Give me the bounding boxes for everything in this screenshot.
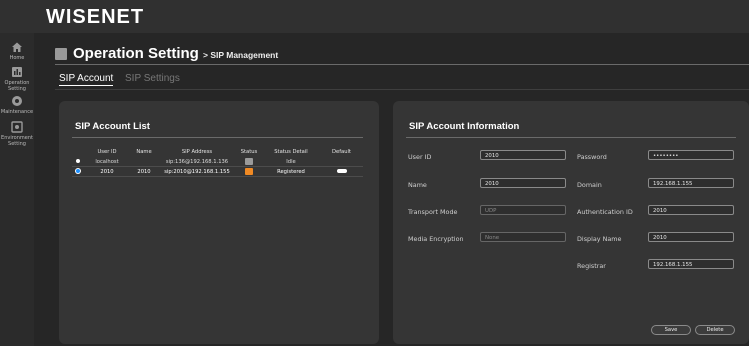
panel-title: SIP Account List	[75, 121, 150, 132]
operation-icon	[12, 67, 22, 77]
status-indicator-icon	[245, 158, 253, 165]
radio-selected-icon	[76, 168, 80, 173]
row-radio[interactable]	[72, 157, 84, 167]
panel-divider	[72, 137, 363, 138]
panel-divider	[406, 137, 736, 138]
cell-user-id: localhost	[84, 157, 130, 167]
registrar-field[interactable]: 192.168.1.155	[648, 259, 734, 269]
table-row[interactable]: 2010 2010 sip:2010@192.168.1.155 Registe…	[72, 166, 363, 177]
maintenance-icon	[12, 96, 22, 106]
sip-account-list-panel: SIP Account List User ID Name SIP Addres…	[59, 101, 379, 344]
name-field[interactable]: 2010	[480, 178, 566, 188]
sip-account-table: User ID Name SIP Address Status Status D…	[72, 146, 363, 177]
tab-divider	[55, 89, 749, 90]
name-label: Name	[408, 181, 427, 189]
column-header-status-detail: Status Detail	[274, 148, 308, 155]
title-divider	[55, 64, 749, 65]
column-header-sip-address: SIP Address	[181, 148, 213, 155]
tab-sip-account[interactable]: SIP Account	[59, 73, 114, 86]
cell-default[interactable]	[320, 166, 363, 177]
environment-icon	[11, 121, 23, 133]
sidebar-item-label: Home	[9, 55, 25, 61]
display-name-field[interactable]: 2010	[648, 232, 734, 242]
breadcrumb: > SIP Management	[203, 50, 279, 60]
status-indicator-icon	[245, 168, 253, 175]
sidebar-item-home[interactable]: Home	[0, 41, 34, 61]
media-encryption-field[interactable]: None	[480, 232, 566, 242]
sidebar-item-operation-setting[interactable]: Operation Setting	[0, 66, 34, 92]
row-radio[interactable]	[72, 166, 84, 177]
user-id-field[interactable]: 2010	[480, 150, 566, 160]
sidebar-item-maintenance[interactable]: Maintenance	[0, 95, 34, 115]
panel-title: SIP Account Information	[409, 121, 520, 132]
sidebar-item-label: Environment Setting	[1, 135, 33, 147]
column-header-default: Default	[332, 148, 351, 155]
transport-mode-label: Transport Mode	[408, 208, 458, 216]
tab-sip-settings[interactable]: SIP Settings	[125, 73, 180, 84]
cell-status	[236, 157, 262, 167]
operation-title-icon	[55, 48, 67, 60]
user-id-label: User ID	[408, 153, 432, 161]
wisenet-logo: WISENET	[46, 6, 145, 28]
cell-default	[320, 157, 363, 167]
delete-button[interactable]: Delete	[695, 325, 735, 335]
cell-name: 2010	[130, 166, 158, 177]
authentication-id-label: Authentication ID	[577, 208, 633, 216]
cell-status	[236, 166, 262, 177]
top-bar: WISENET	[0, 0, 749, 34]
password-field[interactable]: ••••••••	[648, 150, 734, 160]
cell-sip-address: sip:2010@192.168.1.155	[158, 166, 236, 177]
sidebar-item-label: Maintenance	[0, 109, 34, 115]
save-button[interactable]: Save	[651, 325, 691, 335]
cell-user-id: 2010	[84, 166, 130, 177]
column-header-select	[72, 146, 84, 157]
page-title: Operation Setting > SIP Management	[73, 45, 278, 62]
page-title-text: Operation Setting	[73, 45, 199, 62]
radio-icon	[76, 158, 80, 163]
cell-sip-address: sip:136@192.168.1.136	[158, 157, 236, 167]
domain-field[interactable]: 192.168.1.155	[648, 178, 734, 188]
sip-account-info-panel: SIP Account Information User ID 2010 Pas…	[393, 101, 749, 344]
password-label: Password	[577, 153, 607, 161]
sidebar-item-label: Operation Setting	[4, 80, 30, 92]
transport-mode-field[interactable]: UDP	[480, 205, 566, 215]
table-row[interactable]: localhost sip:136@192.168.1.136 Idle	[72, 157, 363, 167]
registrar-label: Registrar	[577, 262, 606, 270]
domain-label: Domain	[577, 181, 602, 189]
column-header-name: Name	[136, 148, 152, 155]
display-name-label: Display Name	[577, 235, 622, 243]
authentication-id-field[interactable]: 2010	[648, 205, 734, 215]
sidebar-item-environment-setting[interactable]: Environment Setting	[0, 121, 34, 147]
media-encryption-label: Media Encryption	[408, 235, 464, 243]
cell-status-detail: Idle	[262, 157, 320, 167]
cell-status-detail: Registered	[262, 166, 320, 177]
default-toggle-icon[interactable]	[336, 169, 347, 173]
column-header-status: Status	[240, 148, 258, 155]
cell-name	[130, 157, 158, 167]
column-header-user-id: User ID	[97, 148, 117, 155]
home-icon	[12, 42, 22, 52]
sidebar: Home Operation Setting Maintenance Envir…	[0, 33, 34, 346]
